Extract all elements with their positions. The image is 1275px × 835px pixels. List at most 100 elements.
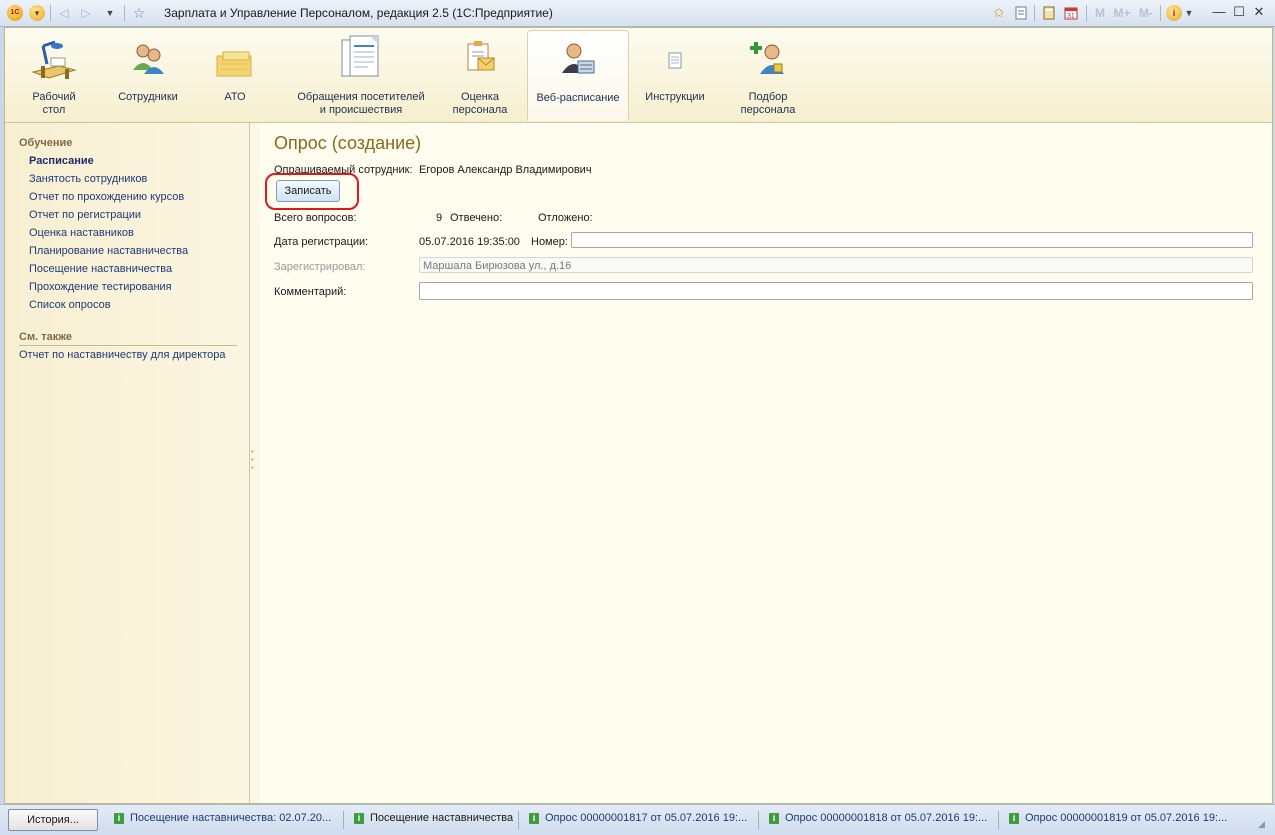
toolbar-separator <box>124 5 125 21</box>
section-ato-label: АТО <box>224 91 246 103</box>
evaluation-icon <box>464 40 496 79</box>
section-desktop[interactable]: Рабочий стол <box>21 30 87 120</box>
open-window-tab[interactable]: i Опрос 00000001817 от 05.07.2016 19:... <box>529 812 747 824</box>
section-recruitment-label: Подбор персонала <box>740 91 796 116</box>
window-tab-separator <box>998 811 999 829</box>
info-icon: i <box>529 812 539 824</box>
info-icon: i <box>354 812 364 824</box>
number-label: Номер: <box>531 236 568 248</box>
section-appeals-label: Обращения посетителей и происшествия <box>297 91 425 116</box>
section-ato[interactable]: АТО <box>207 30 263 120</box>
nav-item-testing[interactable]: Прохождение тестирования <box>29 281 172 293</box>
section-employees[interactable]: Сотрудники <box>113 30 183 120</box>
registration-date-label: Дата регистрации: <box>274 236 369 248</box>
window-tab-separator <box>758 811 759 829</box>
help-dropdown-icon[interactable]: ▼ <box>1184 4 1194 22</box>
employees-icon <box>130 40 166 79</box>
section-instructions[interactable]: Инструкции <box>637 30 713 120</box>
section-desktop-label: Рабочий стол <box>32 91 76 116</box>
forward-arrow-icon[interactable]: ▷ <box>78 4 94 22</box>
minimize-icon[interactable]: — <box>1210 3 1228 21</box>
nav-item-mentoring-planning[interactable]: Планирование наставничества <box>29 245 188 257</box>
calendar-icon[interactable]: 31 <box>1062 4 1080 22</box>
desk-icon <box>29 40 79 87</box>
open-window-tab[interactable]: i Опрос 00000001819 от 05.07.2016 19:... <box>1009 812 1227 824</box>
registration-date-value: 05.07.2016 19:35:00 <box>419 236 520 248</box>
svg-text:31: 31 <box>1067 13 1075 20</box>
title-bar: 1С ▾ ◁ ▷ ▼ ☆ Зарплата и Управление Персо… <box>0 0 1275 27</box>
history-button[interactable]: История... <box>8 809 98 831</box>
section-appeals[interactable]: Обращения посетителей и происшествия <box>293 30 429 120</box>
toolbar-separator <box>1160 5 1161 21</box>
main-frame: Рабочий стол Сотрудники АТО Обращения по… <box>4 27 1273 804</box>
open-window-tab[interactable]: i Посещение наставничества <box>354 812 513 824</box>
window-tab-separator <box>343 811 344 829</box>
add-favorite-icon[interactable]: ✩ <box>990 4 1008 22</box>
memory-button[interactable]: M <box>1094 4 1106 22</box>
status-bar: История... i Посещение наставничества: 0… <box>0 804 1275 835</box>
ato-icon <box>215 50 255 83</box>
sections-panel: Рабочий стол Сотрудники АТО Обращения по… <box>5 28 1272 123</box>
instructions-icon <box>668 52 682 73</box>
favorites-star-icon[interactable]: ☆ <box>130 4 148 22</box>
section-web-schedule[interactable]: Веб-расписание <box>527 30 629 121</box>
number-field[interactable] <box>571 232 1253 248</box>
nav-item-employee-occupancy[interactable]: Занятость сотрудников <box>29 173 147 185</box>
recruitment-icon <box>750 38 786 79</box>
save-button[interactable]: Записать <box>276 180 340 202</box>
form-title: Опрос (создание) <box>274 133 422 153</box>
nav-item-survey-list[interactable]: Список опросов <box>29 299 111 311</box>
memory-plus-button[interactable]: M+ <box>1112 4 1132 22</box>
info-icon: i <box>1009 812 1019 824</box>
nav-item-registration-report[interactable]: Отчет по регистрации <box>29 209 141 221</box>
see-also-divider <box>19 345 237 346</box>
history-dropdown-icon[interactable]: ▼ <box>102 4 118 22</box>
nav-item-mentoring-attendance[interactable]: Посещение наставничества <box>29 263 172 275</box>
toolbar-separator <box>1086 5 1087 21</box>
registered-by-field: Маршала Бирюзова ул., д.16 <box>419 257 1253 273</box>
registered-by-label: Зарегистрировал: <box>274 261 366 273</box>
panel-splitter[interactable]: ▪ ▪ ▪ <box>251 448 255 472</box>
info-icon: i <box>114 812 124 824</box>
total-questions-value: 9 <box>436 212 443 224</box>
answered-label: Отвечено: <box>450 212 503 224</box>
comment-field[interactable] <box>419 282 1253 300</box>
open-window-tab-label: Опрос 00000001817 от 05.07.2016 19:... <box>545 812 748 824</box>
window-tab-separator <box>518 811 519 829</box>
open-window-tab[interactable]: i Посещение наставничества: 02.07.20... <box>114 812 331 824</box>
close-icon[interactable]: ✕ <box>1250 3 1268 21</box>
web-schedule-icon <box>560 41 596 80</box>
open-window-tab[interactable]: i Опрос 00000001818 от 05.07.2016 19:... <box>769 812 987 824</box>
main-menu-button[interactable]: ▾ <box>28 4 46 22</box>
section-recruitment[interactable]: Подбор персонала <box>731 30 805 120</box>
print-icon[interactable] <box>1012 4 1030 22</box>
see-also-title: См. также <box>19 331 72 343</box>
app-logo-icon[interactable]: 1С <box>6 4 24 22</box>
resize-grip-icon[interactable]: ◢ <box>1258 819 1265 830</box>
toolbar-separator <box>50 5 51 21</box>
section-web-schedule-label: Веб-расписание <box>536 92 620 104</box>
nav-item-schedule[interactable]: Расписание <box>29 155 94 167</box>
survey-form: Опрос (создание) Опрашиваемый сотрудник:… <box>260 123 1271 803</box>
navigation-panel: Обучение Расписание Занятость сотруднико… <box>5 123 250 803</box>
nav-item-director-mentoring-report[interactable]: Отчет по наставничеству для директора <box>19 349 226 361</box>
open-window-tab-label: Опрос 00000001819 от 05.07.2016 19:... <box>1025 812 1228 824</box>
back-arrow-icon[interactable]: ◁ <box>56 4 72 22</box>
nav-item-mentor-evaluation[interactable]: Оценка наставников <box>29 227 134 239</box>
maximize-icon[interactable]: ☐ <box>1230 3 1248 21</box>
open-window-tab-label: Посещение наставничества: 02.07.20... <box>130 812 332 824</box>
window-title: Зарплата и Управление Персоналом, редакц… <box>164 6 553 20</box>
memory-minus-button[interactable]: M- <box>1136 4 1156 22</box>
nav-group-title: Обучение <box>19 137 73 149</box>
employee-value: Егоров Александр Владимирович <box>419 164 592 176</box>
section-employees-label: Сотрудники <box>118 91 178 103</box>
section-evaluation[interactable]: Оценка персонала <box>447 30 513 120</box>
comment-label: Комментарий: <box>274 286 347 298</box>
nav-item-course-report[interactable]: Отчет по прохождению курсов <box>29 191 184 203</box>
section-evaluation-label: Оценка персонала <box>452 91 508 116</box>
calculator-icon[interactable] <box>1040 4 1058 22</box>
section-instructions-label: Инструкции <box>645 91 705 103</box>
info-icon: i <box>769 812 779 824</box>
help-icon[interactable]: i <box>1166 4 1182 22</box>
open-window-tab-label: Посещение наставничества <box>370 812 514 824</box>
